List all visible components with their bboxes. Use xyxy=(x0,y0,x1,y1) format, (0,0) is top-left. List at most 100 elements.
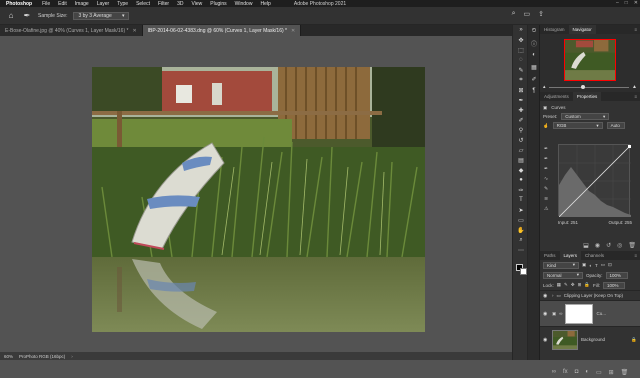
more-tools-icon[interactable]: ⋯ xyxy=(513,245,529,255)
tab-properties[interactable]: Properties xyxy=(572,92,602,101)
gradient-tool-icon[interactable]: ▤ xyxy=(513,155,529,165)
layer-name[interactable]: Cu... xyxy=(596,311,606,316)
menu-help[interactable]: Help xyxy=(256,1,274,7)
layer-name[interactable]: Background xyxy=(581,337,605,342)
layer-filter-select[interactable]: Kind ▾ xyxy=(543,261,579,269)
shape-tool-icon[interactable]: ▭ xyxy=(513,215,529,225)
zoom-in-icon[interactable]: ▲ xyxy=(632,84,637,90)
close-icon[interactable]: ✕ xyxy=(634,0,638,6)
zoom-slider[interactable] xyxy=(548,84,630,89)
zoom-slider-knob[interactable] xyxy=(580,84,585,89)
layer-name[interactable]: Clipping Layer (Keep On Top) xyxy=(564,293,623,298)
menu-view[interactable]: View xyxy=(188,1,207,7)
pencil-curve-icon[interactable]: ✎ xyxy=(544,186,552,192)
layer-row-background[interactable]: ◉ Background 🔒 xyxy=(540,326,640,352)
panel-menu-icon[interactable]: ≡ xyxy=(634,94,640,99)
menu-select[interactable]: Select xyxy=(132,1,154,7)
zoom-tool-icon[interactable]: ⌕ xyxy=(513,235,529,245)
blend-mode-select[interactable]: Normal ▾ xyxy=(543,271,583,279)
sample-size-select[interactable]: 3 by 3 Average ▾ xyxy=(73,11,130,20)
white-point-eyedropper-icon[interactable]: ✒ xyxy=(544,166,552,172)
maximize-icon[interactable]: □ xyxy=(625,0,628,6)
delete-layer-icon[interactable]: 🗑 xyxy=(621,369,629,376)
new-group-icon[interactable]: ▭ xyxy=(596,369,602,376)
lock-pixels-icon[interactable]: ▦ xyxy=(557,282,561,288)
zoom-level[interactable]: 60% xyxy=(4,354,13,359)
lock-position-icon[interactable]: ✥ xyxy=(571,282,575,288)
lasso-tool-icon[interactable]: ◌ xyxy=(513,55,529,65)
input-value[interactable]: 251 xyxy=(571,220,579,225)
visibility-eye-icon[interactable]: ◉ xyxy=(543,293,549,299)
healing-tool-icon[interactable]: ✚ xyxy=(513,105,529,115)
marquee-tool-icon[interactable]: ⬚ xyxy=(513,45,529,55)
workspace-icon[interactable]: ▭ xyxy=(524,10,531,18)
close-tab-icon[interactable]: ✕ xyxy=(291,28,295,34)
background-color-swatch[interactable] xyxy=(520,268,527,275)
new-adjustment-icon[interactable]: ◐ xyxy=(585,369,589,376)
clip-to-layer-icon[interactable]: ⬓ xyxy=(583,242,589,249)
hand-adjust-icon[interactable]: ☝ xyxy=(543,123,549,129)
lock-all-icon[interactable]: 🔒 xyxy=(584,282,590,288)
zoom-out-icon[interactable]: ▴ xyxy=(543,84,546,90)
hand-tool-icon[interactable]: ✋ xyxy=(513,225,529,235)
info-panel-icon[interactable]: ⓘ xyxy=(528,37,540,49)
tab-layers[interactable]: Layers xyxy=(559,251,582,260)
navigator-preview[interactable] xyxy=(564,39,616,81)
new-layer-icon[interactable]: ⊞ xyxy=(609,369,614,376)
color-panel-icon[interactable]: ◐ xyxy=(528,49,540,61)
document-photo[interactable] xyxy=(92,67,425,332)
collapse-icon[interactable]: » xyxy=(513,25,529,35)
add-mask-icon[interactable]: ◘ xyxy=(575,369,579,376)
menu-edit[interactable]: Edit xyxy=(54,1,71,7)
frame-tool-icon[interactable]: ⊠ xyxy=(513,85,529,95)
filter-adjustment-icon[interactable]: ◐ xyxy=(589,263,592,268)
black-point-eyedropper-icon[interactable]: ✒ xyxy=(544,146,552,152)
disclosure-arrow-icon[interactable]: › xyxy=(552,293,554,298)
move-tool-icon[interactable]: ✥ xyxy=(513,35,529,45)
type-tool-icon[interactable]: T xyxy=(513,195,529,205)
quick-select-tool-icon[interactable]: ✎ xyxy=(513,65,529,75)
output-value[interactable]: 255 xyxy=(624,220,632,225)
clipping-warning-icon[interactable]: ⚠ xyxy=(544,206,552,212)
channel-select[interactable]: RGB ▾ xyxy=(552,122,603,129)
filter-smart-icon[interactable]: ⊡ xyxy=(608,262,612,268)
auto-button[interactable]: Auto xyxy=(606,122,625,129)
brush-panel-icon[interactable]: ✐ xyxy=(528,73,540,85)
tab-navigator[interactable]: Navigator xyxy=(568,25,596,34)
reset-icon[interactable]: ↺ xyxy=(606,242,611,249)
swatches-panel-icon[interactable]: ▦ xyxy=(528,61,540,73)
minimize-icon[interactable]: – xyxy=(616,0,619,6)
filter-pixel-icon[interactable]: ▣ xyxy=(582,262,586,268)
layer-group-row[interactable]: ◉ › ▭ Clipping Layer (Keep On Top) xyxy=(540,290,640,300)
panel-menu-icon[interactable]: ≡ xyxy=(634,253,640,258)
paragraph-panel-icon[interactable]: ¶ xyxy=(528,85,540,97)
tab-adjustments[interactable]: Adjustments xyxy=(540,92,573,101)
blur-tool-icon[interactable]: ◆ xyxy=(513,165,529,175)
preset-select[interactable]: Custom ▾ xyxy=(561,113,610,120)
color-swatches[interactable] xyxy=(516,264,528,276)
eyedropper-tool-icon[interactable]: ✒ xyxy=(513,95,529,105)
share-icon[interactable]: ⇪ xyxy=(538,10,544,18)
menu-layer[interactable]: Layer xyxy=(93,1,114,7)
layer-thumbnail[interactable] xyxy=(552,329,578,350)
home-icon[interactable]: ⌂ xyxy=(6,11,16,21)
eraser-tool-icon[interactable]: ▱ xyxy=(513,145,529,155)
gray-point-eyedropper-icon[interactable]: ✒ xyxy=(544,156,552,162)
pen-tool-icon[interactable]: ✑ xyxy=(513,185,529,195)
link-layers-icon[interactable]: ∞ xyxy=(552,369,556,376)
menu-plugins[interactable]: Plugins xyxy=(206,1,230,7)
tab-channels[interactable]: Channels xyxy=(581,251,608,260)
delete-icon[interactable]: 🗑 xyxy=(628,242,636,249)
close-tab-icon[interactable]: ✕ xyxy=(132,28,136,34)
tab-histogram[interactable]: Histogram xyxy=(540,25,569,34)
brush-tool-icon[interactable]: ✐ xyxy=(513,115,529,125)
history-brush-tool-icon[interactable]: ↺ xyxy=(513,135,529,145)
menu-3d[interactable]: 3D xyxy=(173,1,187,7)
filter-shape-icon[interactable]: ▭ xyxy=(601,262,605,268)
menu-filter[interactable]: Filter xyxy=(154,1,173,7)
history-panel-icon[interactable]: ⏲ xyxy=(528,25,540,37)
app-name[interactable]: Photoshop xyxy=(0,1,38,7)
tab-document-2[interactable]: IBP-2014-06-02-4383.dng @ 60% (Curves 1,… xyxy=(142,25,302,36)
smooth-curve-icon[interactable]: ≋ xyxy=(544,196,552,202)
status-arrow-icon[interactable]: › xyxy=(71,354,73,359)
